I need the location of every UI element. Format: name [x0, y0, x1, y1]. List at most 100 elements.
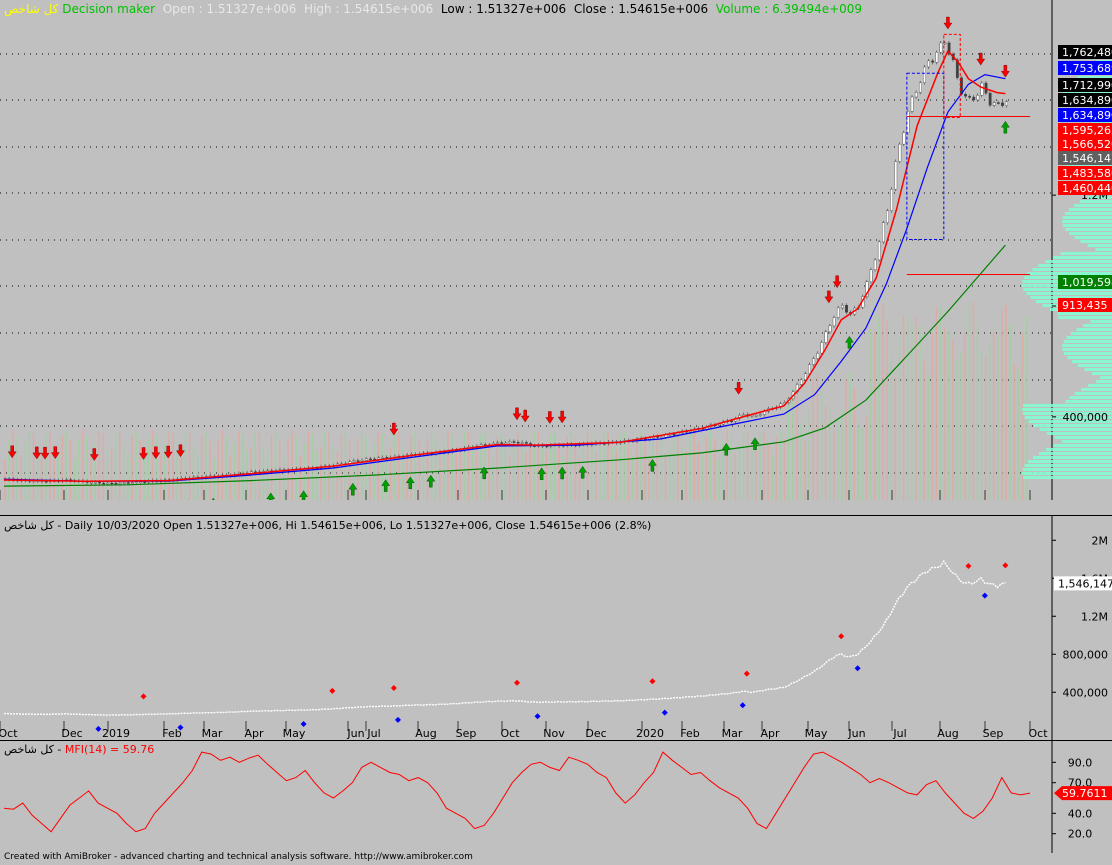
- volume-bar: [783, 439, 786, 500]
- volume-bar: [361, 430, 363, 500]
- volume-bar: [841, 409, 843, 500]
- candle-body: [102, 482, 106, 485]
- candle-body: [508, 441, 512, 444]
- volume-bar: [796, 395, 798, 500]
- volume-profile-bar: [1024, 464, 1112, 467]
- volume-profile-bar: [1096, 380, 1112, 383]
- chart-name: Decision maker: [62, 2, 156, 16]
- volume-profile-bar: [1033, 424, 1112, 427]
- candle-body: [143, 481, 147, 483]
- y-tick-label: 40.0: [1068, 807, 1093, 820]
- candle-body: [894, 161, 898, 190]
- volume-bar: [1005, 304, 1007, 500]
- volume-readout: Volume : 6.39494e+009: [715, 2, 863, 16]
- candle-body: [131, 482, 134, 484]
- volume-bar: [935, 306, 938, 500]
- candle-body: [898, 143, 902, 162]
- volume-bar: [837, 418, 839, 500]
- blue-marker: [854, 665, 861, 672]
- volume-bar: [172, 433, 174, 500]
- volume-bar: [422, 457, 425, 500]
- candle-body: [968, 96, 972, 98]
- candle-body: [816, 352, 820, 359]
- x-tick-label: Jun: [346, 727, 364, 740]
- candle-body: [648, 437, 651, 440]
- x-tick-label: Jul: [892, 727, 906, 740]
- volume-bar: [750, 448, 753, 500]
- volume-profile-bar: [1065, 228, 1112, 231]
- volume-bar: [168, 430, 170, 500]
- candle-body: [525, 442, 528, 444]
- volume-profile-bar: [1070, 332, 1112, 335]
- volume-bar: [57, 454, 59, 500]
- volume-profile-bar: [1080, 240, 1112, 243]
- mfi-chart[interactable]: 20.040.070.090.059.7611: [0, 741, 1112, 853]
- volume-bar: [718, 458, 720, 500]
- sell-arrow: [1001, 65, 1010, 78]
- candle-body: [845, 305, 848, 313]
- price-tag-label: 1,762,480: [1062, 46, 1112, 59]
- volume-bar: [102, 433, 105, 500]
- volume-bar: [118, 431, 121, 500]
- volume-bar: [570, 430, 572, 500]
- line-chart[interactable]: 400,000800,0001.2M1.6M2M1,546,147 OctDec…: [0, 516, 1112, 741]
- candle-body: [931, 60, 935, 63]
- volume-bar: [746, 432, 749, 500]
- volume-profile-bar: [1074, 204, 1112, 207]
- volume-bar: [471, 446, 474, 500]
- candle-body: [496, 442, 500, 444]
- volume-bar: [931, 332, 934, 500]
- volume-bar: [114, 432, 117, 500]
- volume-bar: [738, 445, 741, 500]
- volume-bar: [898, 336, 901, 500]
- x-tick-label: Aug: [415, 727, 436, 740]
- candle-body: [135, 481, 138, 483]
- volume-profile-bar: [1100, 376, 1112, 379]
- volume-bar: [258, 431, 261, 500]
- volume-bar: [188, 431, 191, 500]
- volume-bar: [763, 430, 765, 500]
- volume-bar: [804, 440, 806, 500]
- volume-profile-bar: [1065, 400, 1112, 403]
- line-pane[interactable]: 400,000800,0001.2M1.6M2M1,546,147 OctDec…: [0, 515, 1112, 741]
- price-tag-label: 1,460,440: [1062, 182, 1112, 195]
- x-tick-label: Jul: [366, 727, 380, 740]
- mfi-pane[interactable]: 20.0 40.0 70.0 90.0 59.7611 کل شاخص - MFI(14…: [0, 740, 1112, 853]
- price-pane[interactable]: 400,000800,0001.2M1,762,4801,753,6891,71…: [0, 0, 1112, 500]
- blue-marker: [95, 725, 102, 732]
- volume-bar: [410, 434, 412, 500]
- volume-bar: [242, 433, 244, 500]
- volume-bar: [980, 351, 983, 500]
- candle-body: [980, 82, 984, 96]
- volume-profile-bar: [1063, 340, 1112, 343]
- x-tick-label: Sep: [456, 727, 477, 740]
- volume-profile-bar: [1039, 428, 1112, 431]
- volume-bar: [381, 434, 384, 500]
- volume-bar: [467, 432, 470, 500]
- volume-bar: [77, 439, 80, 500]
- blue-marker: [394, 716, 401, 723]
- volume-bar: [488, 441, 490, 500]
- volume-bar: [956, 360, 958, 500]
- candle-body: [873, 259, 877, 270]
- volume-profile-bar: [1067, 356, 1112, 359]
- volume-bar: [475, 451, 478, 500]
- volume-bar: [874, 331, 876, 500]
- chart-header: کل شاخص Decision maker Open : 1.51327e+0…: [4, 2, 862, 16]
- sell-arrow: [734, 382, 743, 395]
- candle-body: [910, 96, 914, 112]
- y-tick-label: 800,000: [1063, 648, 1109, 661]
- volume-bar: [886, 319, 888, 500]
- candle-body: [886, 210, 889, 223]
- candle-body: [356, 460, 360, 462]
- volume-bar: [791, 388, 794, 500]
- candle-body: [114, 482, 118, 485]
- volume-bar: [143, 459, 146, 500]
- volume-bar: [237, 430, 240, 500]
- price-chart[interactable]: 400,000800,0001.2M1,762,4801,753,6891,71…: [0, 0, 1112, 500]
- candle-body: [988, 92, 992, 106]
- low-readout: Low : 1.51327e+006: [440, 2, 567, 16]
- candle-body: [1005, 101, 1008, 106]
- pane3-title: کل شاخص - MFI(14) = 59.76: [4, 743, 154, 756]
- volume-bar: [759, 433, 761, 500]
